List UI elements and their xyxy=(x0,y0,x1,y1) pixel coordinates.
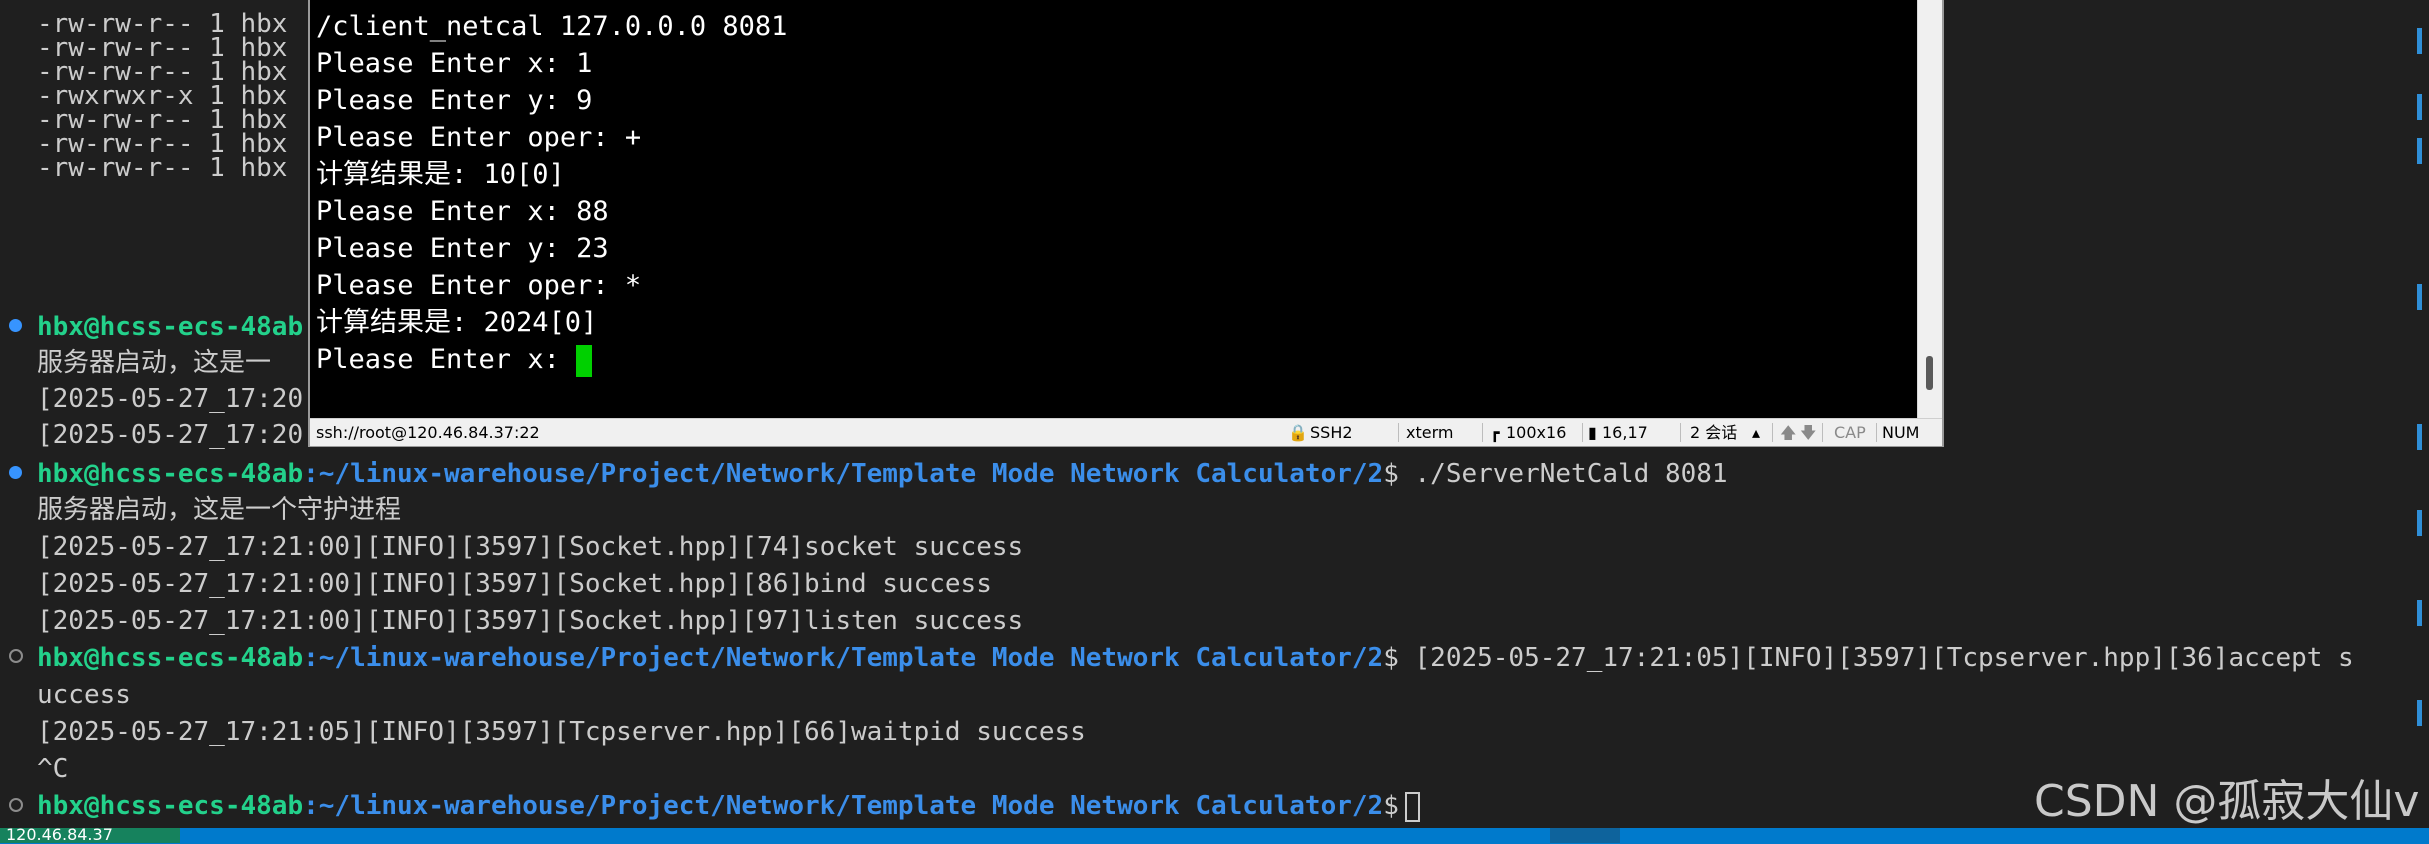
cursor-position-icon: ▮ xyxy=(1588,423,1597,442)
size-icon: ┏ xyxy=(1490,423,1500,442)
log-line-socket: [2025-05-27_17:21:00][INFO][3597][Socket… xyxy=(37,532,1024,562)
prompt-line-current: hbx@hcss-ecs-48ab:~/linux-warehouse/Proj… xyxy=(37,788,1420,824)
command-decoration-icon[interactable] xyxy=(9,649,23,663)
log-line-bind: [2025-05-27_17:21:00][INFO][3597][Socket… xyxy=(37,569,992,599)
terminal-line: Please Enter y: 9 xyxy=(316,85,593,116)
remote-indicator[interactable]: 120.46.84.37 xyxy=(0,828,180,843)
num-lock-indicator: NUM xyxy=(1882,423,1920,442)
prompt-line: hbx@hcss-ecs-48ab:~/linux-warehouse/Proj… xyxy=(37,643,2354,673)
command-decoration-icon[interactable] xyxy=(9,798,23,812)
terminal-line: 计算结果是: 2024[0] xyxy=(316,307,598,338)
log-line-waitpid: [2025-05-27_17:21:05][INFO][3597][Tcpser… xyxy=(37,717,1086,747)
ssh-terminal-screen[interactable]: /client_netcal 127.0.0.0 8081 Please Ent… xyxy=(310,0,1920,418)
command-decoration-icon[interactable] xyxy=(9,466,22,479)
protocol-label: SSH2 xyxy=(1310,423,1353,442)
connection-address: ssh://root@120.46.84.37:22 xyxy=(316,423,540,442)
prompt-path: :~/linux-warehouse/Project/Network/Templ… xyxy=(303,459,1384,489)
terminal-line: /client_netcal 127.0.0.0 8081 xyxy=(316,11,788,42)
prompt-partial: hbx@hcss-ecs-48ab xyxy=(37,312,304,342)
terminal-line: Please Enter x: 88 xyxy=(316,196,609,227)
ssh-status-bar: ssh://root@120.46.84.37:22 🔒 SSH2 xterm … xyxy=(310,418,1942,446)
prompt-symbol: $ xyxy=(1383,459,1399,489)
ports-indicator[interactable] xyxy=(1550,828,1620,843)
sessions-dropdown-icon[interactable]: ▴ xyxy=(1752,419,1760,446)
log-line-partial: [2025-05-27_17:20 xyxy=(37,420,304,450)
lock-icon: 🔒 xyxy=(1288,423,1308,442)
sessions-count[interactable]: 2 会话 xyxy=(1690,419,1737,446)
terminal-cursor xyxy=(1404,791,1420,822)
cursor-position: 16,17 xyxy=(1602,423,1648,442)
scrollbar-markers[interactable] xyxy=(2417,0,2423,828)
arrow-up-icon[interactable]: 🡅 xyxy=(1780,419,1796,446)
log-line-listen: [2025-05-27_17:21:00][INFO][3597][Socket… xyxy=(37,606,1024,636)
terminal-type: xterm xyxy=(1406,423,1454,442)
prompt-line: hbx@hcss-ecs-48ab:~/linux-warehouse/Proj… xyxy=(37,456,1728,492)
terminal-input-line[interactable]: Please Enter x: xyxy=(316,341,593,378)
terminal-size: 100x16 xyxy=(1506,423,1567,442)
terminal-line: Please Enter oper: + xyxy=(316,122,642,153)
terminal-line: Please Enter x: 1 xyxy=(316,48,593,79)
status-bar: 120.46.84.37 xyxy=(0,828,2429,844)
daemon-message: 服务器启动，这是一个守护进程 xyxy=(37,495,402,525)
terminal-line: Please Enter y: 23 xyxy=(316,233,609,264)
daemon-message-partial: 服务器启动，这是一 xyxy=(37,348,272,378)
caps-lock-indicator: CAP xyxy=(1834,423,1866,442)
interrupt-text: ^C xyxy=(37,754,69,784)
log-line-accept: [2025-05-27_17:21:05][INFO][3597][Tcpser… xyxy=(1398,643,2354,673)
vertical-scrollbar[interactable] xyxy=(1917,0,1942,418)
scrollbar-thumb[interactable] xyxy=(1926,356,1933,390)
ssh-terminal-window[interactable]: /client_netcal 127.0.0.0 8081 Please Ent… xyxy=(308,0,1944,447)
log-line-partial: [2025-05-27_17:20 xyxy=(37,384,304,414)
watermark: CSDN @孤寂大仙v xyxy=(2034,776,2420,827)
ls-row: -rw-rw-r-- 1 hbx xyxy=(37,153,288,183)
terminal-line: 计算结果是: 10[0] xyxy=(316,159,565,190)
arrow-down-icon[interactable]: 🡇 xyxy=(1800,419,1816,446)
prompt-user: hbx@hcss-ecs-48ab xyxy=(37,459,304,489)
command-decoration-icon[interactable] xyxy=(9,319,22,332)
terminal-line: Please Enter oper: * xyxy=(316,270,642,301)
log-line-accept-wrap: uccess xyxy=(37,680,131,710)
terminal-cursor xyxy=(576,344,593,377)
command-text: ./ServerNetCald 8081 xyxy=(1398,459,1728,489)
